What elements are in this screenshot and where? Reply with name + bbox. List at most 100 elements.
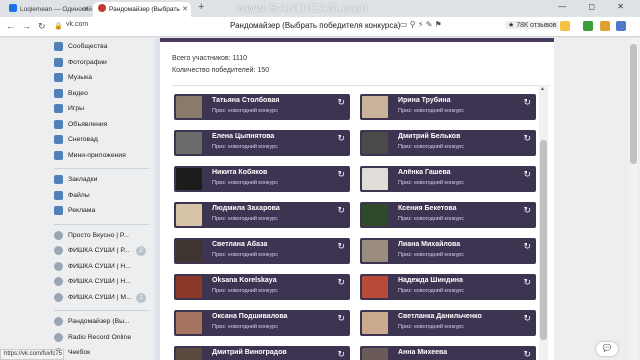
avatar[interactable] xyxy=(176,312,202,334)
sidebar-item[interactable]: Сообщества xyxy=(54,42,107,51)
back-arrow-icon[interactable]: ← xyxy=(6,21,15,31)
sidebar-item[interactable]: ФИШКА СУШИ | М... xyxy=(54,292,132,302)
avatar[interactable] xyxy=(176,348,202,360)
winner-name[interactable]: Oksana Korelskaya xyxy=(212,277,277,284)
extension-icon[interactable] xyxy=(600,21,610,31)
sidebar-item[interactable]: Мини-приложения xyxy=(54,150,126,160)
avatar[interactable] xyxy=(176,240,202,262)
forward-arrow-icon[interactable]: → xyxy=(22,21,31,31)
winner-name[interactable]: Светланка Данильченко xyxy=(398,313,482,320)
reroll-icon[interactable]: ↻ xyxy=(523,349,531,360)
winner-name[interactable]: Ирина Трубина xyxy=(398,97,451,104)
sidebar-item[interactable]: Объявления xyxy=(54,119,108,129)
winner-name[interactable]: Людмила Захарова xyxy=(212,205,280,212)
sidebar-item-label: Объявления xyxy=(68,120,108,128)
scroll-up-arrow-icon[interactable]: ▲ xyxy=(540,86,545,92)
reroll-icon[interactable]: ↻ xyxy=(523,241,531,252)
chat-icon[interactable]: 💬 xyxy=(596,342,618,356)
avatar[interactable] xyxy=(362,348,388,360)
url-field[interactable]: vk.com xyxy=(66,21,88,28)
sidebar-item[interactable]: Файлы xyxy=(54,190,90,200)
avatar[interactable] xyxy=(176,132,202,154)
winner-name[interactable]: Елена Цыпнятова xyxy=(212,133,274,140)
sidebar-item[interactable]: ФИШКА СУШИ | Н... xyxy=(54,261,131,271)
scrollbar-thumb[interactable] xyxy=(540,140,547,340)
sidebar-item[interactable]: Рандомайзер (Вы... xyxy=(54,317,130,326)
sidebar-item-label: Снеговад xyxy=(68,136,98,143)
winner-name[interactable]: Ксения Бекетова xyxy=(398,205,456,212)
sidebar-item[interactable]: Музыка xyxy=(54,73,92,82)
reroll-icon[interactable]: ↻ xyxy=(523,277,531,288)
avatar[interactable] xyxy=(176,276,202,298)
scrollbar-thumb[interactable] xyxy=(630,44,637,164)
reroll-icon[interactable]: ↻ xyxy=(337,133,345,144)
winner-name[interactable]: Анна Михеева xyxy=(398,349,447,356)
reroll-icon[interactable]: ↻ xyxy=(523,97,531,108)
sidebar-item[interactable]: Снеговад xyxy=(54,135,98,144)
lock-icon: 🔒 xyxy=(54,23,63,30)
new-tab-button[interactable]: + xyxy=(198,1,204,13)
tab-title: Рандомайзер (Выбрать xyxy=(109,6,180,13)
sidebar-item[interactable]: ФИШКА СУШИ | Р... xyxy=(54,246,129,255)
avatar[interactable] xyxy=(362,132,388,154)
sidebar-item-label: ФИШКА СУШИ | Н... xyxy=(68,262,131,270)
close-icon[interactable]: ✕ xyxy=(182,2,188,17)
winner-name[interactable]: Оксана Подшивалова xyxy=(212,313,287,320)
sidebar-item[interactable]: Фотографии xyxy=(54,57,107,67)
download-icon[interactable] xyxy=(616,21,626,31)
avatar[interactable] xyxy=(362,240,388,262)
sidebar-item[interactable]: Закладки xyxy=(54,175,97,184)
group-avatar-icon xyxy=(54,292,63,302)
sidebar-item-label: ФИШКА СУШИ | М... xyxy=(68,293,132,301)
bookmark-star-icon[interactable] xyxy=(560,21,570,31)
browser-tab-randomizer[interactable]: Рандомайзер (Выбрать ✕ xyxy=(93,2,191,17)
sidebar-item[interactable]: Чекбок xyxy=(54,348,90,357)
reviews-badge[interactable]: ★ 78К отзывов xyxy=(505,21,560,29)
reroll-icon[interactable]: ↻ xyxy=(337,349,345,360)
sidebar-item[interactable]: Radio Record Online xyxy=(54,332,131,342)
winner-card: Никита Кобяков Приз: новогодний конкурс ↻ xyxy=(174,166,350,192)
reroll-icon[interactable]: ↻ xyxy=(523,205,531,216)
reload-icon[interactable]: ↻ xyxy=(38,21,46,32)
reroll-icon[interactable]: ↻ xyxy=(523,313,531,324)
winner-name[interactable]: Дмитрий Бельков xyxy=(398,133,460,140)
avatar[interactable] xyxy=(176,96,202,118)
reroll-icon[interactable]: ↻ xyxy=(523,133,531,144)
winner-name[interactable]: Алёнка Гашева xyxy=(398,169,451,176)
reroll-icon[interactable]: ↻ xyxy=(523,169,531,180)
winner-name[interactable]: Светлана Абаза xyxy=(212,241,267,248)
sidebar-item-label: Файлы xyxy=(68,191,90,199)
reroll-icon[interactable]: ↻ xyxy=(337,169,345,180)
extension-icon[interactable] xyxy=(583,21,593,31)
winner-name[interactable]: Дмитрий Виноградов xyxy=(212,349,287,356)
avatar[interactable] xyxy=(362,168,388,190)
avatar[interactable] xyxy=(176,168,202,190)
avatar[interactable] xyxy=(176,204,202,226)
avatar[interactable] xyxy=(362,312,388,334)
avatar[interactable] xyxy=(362,204,388,226)
reroll-icon[interactable]: ↻ xyxy=(337,97,345,108)
winner-name[interactable]: Лиана Михайлова xyxy=(398,241,460,248)
winner-name[interactable]: Надежда Шиндина xyxy=(398,277,463,284)
winner-prize: Приз: новогодний конкурс xyxy=(398,108,464,114)
avatar[interactable] xyxy=(362,96,388,118)
reroll-icon[interactable]: ↻ xyxy=(337,313,345,324)
sidebar-item-label: Реклама xyxy=(68,207,96,214)
sidebar-item[interactable]: Просто Вкусно | Р... xyxy=(54,230,129,240)
page-scrollbar[interactable] xyxy=(629,38,638,360)
reroll-icon[interactable]: ↻ xyxy=(337,205,345,216)
sidebar-item[interactable]: Игры xyxy=(54,104,84,113)
reroll-icon[interactable]: ↻ xyxy=(337,241,345,252)
window-controls[interactable]: — ◻ ✕ xyxy=(558,2,634,11)
browser-tab-music[interactable]: Loqiemean — Одинокий ✕ xyxy=(4,2,92,17)
close-icon[interactable]: ✕ xyxy=(83,2,89,17)
winners-scrollbar[interactable]: ▲ xyxy=(539,85,548,360)
sidebar-item[interactable]: Видео xyxy=(54,88,88,98)
winner-name[interactable]: Татьяна Столбовая xyxy=(212,97,280,104)
sidebar-item[interactable]: Реклама xyxy=(54,206,96,215)
winner-name[interactable]: Никита Кобяков xyxy=(212,169,267,176)
sidebar-item[interactable]: ФИШКА СУШИ | Н... xyxy=(54,277,131,286)
reroll-icon[interactable]: ↻ xyxy=(337,277,345,288)
avatar[interactable] xyxy=(362,276,388,298)
toolbar-icons[interactable]: ▭ ⚲ ⚡ ✎ ⚑ xyxy=(400,20,442,29)
